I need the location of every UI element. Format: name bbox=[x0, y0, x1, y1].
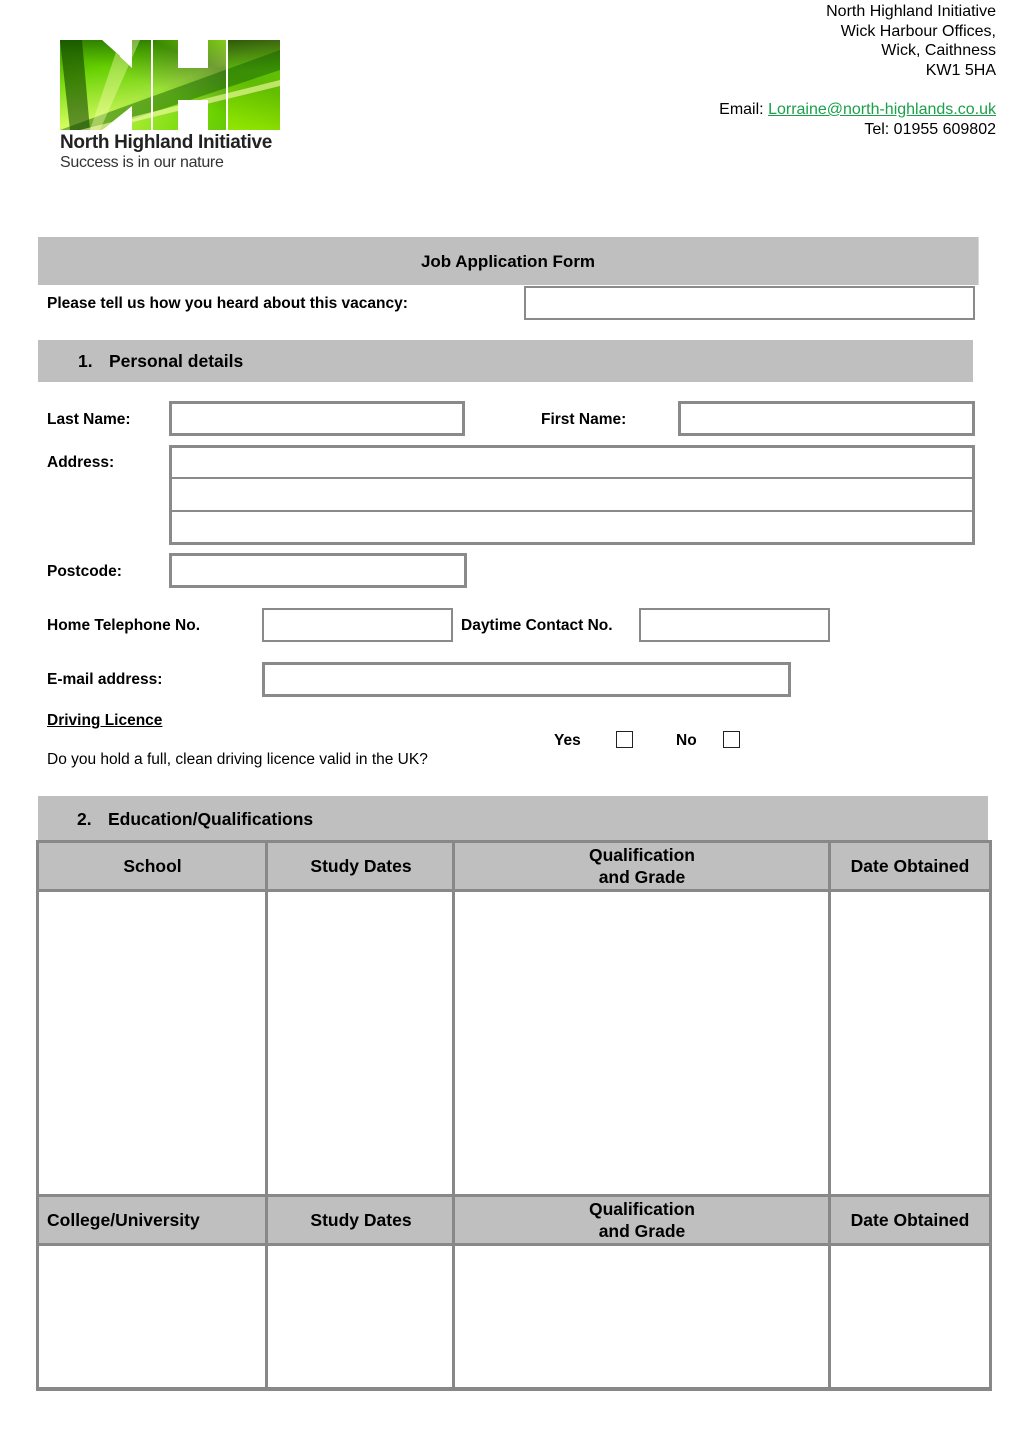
nhi-logo-graphic-icon bbox=[60, 40, 280, 130]
section-title: Education/Qualifications bbox=[108, 809, 314, 829]
driving-licence-question: Do you hold a full, clean driving licenc… bbox=[47, 751, 428, 768]
daytime-contact-label: Daytime Contact No. bbox=[461, 617, 613, 634]
section-education-bar: 2. Education/Qualifications bbox=[38, 796, 988, 840]
school-date-obtained-cell[interactable] bbox=[831, 892, 989, 1194]
home-telephone-input[interactable] bbox=[264, 610, 451, 640]
address-line: Wick Harbour Offices, bbox=[840, 22, 996, 40]
postcode-input[interactable] bbox=[172, 556, 464, 585]
email-label: Email: bbox=[719, 100, 769, 118]
address-line: North Highland Initiative bbox=[826, 3, 996, 20]
last-name-field[interactable] bbox=[169, 401, 465, 436]
section-heading: 1. Personal details bbox=[78, 351, 243, 372]
driving-licence-heading: Driving Licence bbox=[47, 712, 163, 729]
home-telephone-label: Home Telephone No. bbox=[47, 617, 201, 634]
address-line: KW1 5HA bbox=[925, 61, 996, 79]
email-address-field[interactable] bbox=[262, 662, 791, 697]
address-line-1-field[interactable] bbox=[169, 445, 975, 480]
contact-telephone: Tel: 01955 609802 bbox=[864, 120, 996, 138]
postcode-label: Postcode: bbox=[47, 563, 122, 580]
first-name-label: First Name: bbox=[541, 411, 627, 428]
college-cell[interactable] bbox=[39, 1246, 265, 1387]
header-date-obtained: Date Obtained bbox=[850, 856, 970, 876]
college-qualification-cell[interactable] bbox=[455, 1246, 828, 1387]
school-study-dates-cell[interactable] bbox=[268, 892, 452, 1194]
nhi-logo: North Highland Initiative Success is in … bbox=[60, 40, 282, 175]
section-number: 1. bbox=[78, 351, 93, 371]
address-line-1-input[interactable] bbox=[172, 448, 972, 477]
daytime-contact-input[interactable] bbox=[641, 610, 828, 640]
first-name-input[interactable] bbox=[681, 404, 972, 433]
page-title: Job Application Form bbox=[420, 252, 596, 271]
licence-no-label: No bbox=[676, 732, 697, 749]
organisation-address: North Highland Initiative Wick Harbour O… bbox=[719, 2, 996, 139]
address-label: Address: bbox=[47, 454, 115, 471]
header-study-dates: Study Dates bbox=[310, 1210, 412, 1230]
form-title-bar: Job Application Form bbox=[38, 237, 979, 285]
licence-yes-checkbox[interactable] bbox=[616, 731, 633, 748]
header-qualification-grade: Qualification and Grade bbox=[589, 1199, 695, 1241]
address-line: Wick, Caithness bbox=[881, 42, 996, 60]
header-college-university: College/University bbox=[47, 1210, 200, 1230]
home-telephone-field[interactable] bbox=[262, 608, 453, 642]
address-line-2-input[interactable] bbox=[172, 479, 972, 510]
contact-email-line: Email: Lorraine@north-highlands.co.uk bbox=[719, 100, 996, 120]
last-name-input[interactable] bbox=[172, 404, 462, 433]
school-cell[interactable] bbox=[39, 892, 265, 1194]
college-study-dates-cell[interactable] bbox=[268, 1246, 452, 1387]
logo-name: North Highland Initiative bbox=[60, 132, 273, 153]
postcode-field[interactable] bbox=[169, 553, 467, 588]
vacancy-source-field[interactable] bbox=[524, 286, 975, 320]
email-address-input[interactable] bbox=[265, 665, 788, 694]
daytime-contact-field[interactable] bbox=[639, 608, 830, 642]
first-name-field[interactable] bbox=[678, 401, 975, 436]
section-number: 2. bbox=[77, 809, 92, 829]
address-line-3-input[interactable] bbox=[172, 512, 972, 542]
school-qualification-cell[interactable] bbox=[455, 892, 828, 1194]
header-study-dates: Study Dates bbox=[310, 856, 412, 876]
vacancy-source-input[interactable] bbox=[526, 288, 973, 318]
section-personal-details-bar: 1. Personal details bbox=[38, 340, 973, 382]
school-header-row: School Study Dates Qualification and Gra… bbox=[39, 843, 989, 889]
section-heading: 2. Education/Qualifications bbox=[77, 809, 313, 830]
last-name-label: Last Name: bbox=[47, 411, 131, 428]
vacancy-question-label: Please tell us how you heard about this … bbox=[47, 295, 408, 312]
header-qualification-grade: Qualification and Grade bbox=[589, 845, 695, 887]
college-date-obtained-cell[interactable] bbox=[831, 1246, 989, 1387]
licence-yes-label: Yes bbox=[554, 732, 581, 749]
address-line-2-field[interactable] bbox=[169, 477, 975, 513]
licence-no-checkbox[interactable] bbox=[723, 731, 740, 748]
logo-tagline: Success is in our nature bbox=[60, 154, 224, 171]
education-table: School Study Dates Qualification and Gra… bbox=[36, 840, 992, 1391]
email-address-label: E-mail address: bbox=[47, 671, 163, 688]
college-header-row: College/University Study Dates Qualifica… bbox=[39, 1197, 989, 1243]
header-date-obtained: Date Obtained bbox=[850, 1210, 970, 1230]
section-title: Personal details bbox=[109, 351, 244, 371]
address-line-3-field[interactable] bbox=[169, 510, 975, 545]
contact-email-link[interactable]: Lorraine@north-highlands.co.uk bbox=[768, 101, 996, 118]
header-school: School bbox=[123, 856, 182, 876]
